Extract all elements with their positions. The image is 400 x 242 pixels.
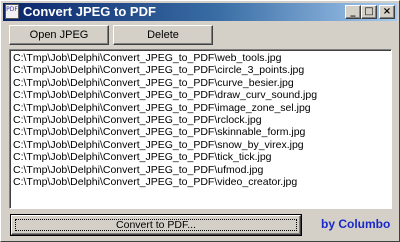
file-list-item[interactable]: C:\Tmp\Job\Delphi\Convert_JPEG_to_PDF\ti… (12, 151, 391, 163)
file-list-item[interactable]: C:\Tmp\Job\Delphi\Convert_JPEG_to_PDF\uf… (12, 164, 391, 176)
file-list-item[interactable]: C:\Tmp\Job\Delphi\Convert_JPEG_to_PDF\sk… (12, 126, 391, 138)
author-credit: by Columbo (321, 217, 391, 231)
window-title: Convert JPEG to PDF (23, 4, 156, 19)
close-button[interactable]: × (379, 5, 395, 19)
file-list-item[interactable]: C:\Tmp\Job\Delphi\Convert_JPEG_to_PDF\sn… (12, 139, 391, 151)
minimize-button[interactable]: _ (345, 5, 361, 19)
file-list-item[interactable]: C:\Tmp\Job\Delphi\Convert_JPEG_to_PDF\rc… (12, 114, 391, 126)
app-window: PDF Convert JPEG to PDF _ □ × Open JPEG … (0, 0, 400, 242)
file-list[interactable]: C:\Tmp\Job\Delphi\Convert_JPEG_to_PDF\we… (9, 49, 392, 209)
file-list-item[interactable]: C:\Tmp\Job\Delphi\Convert_JPEG_to_PDF\dr… (12, 89, 391, 101)
file-list-item[interactable]: C:\Tmp\Job\Delphi\Convert_JPEG_to_PDF\cu… (12, 77, 391, 89)
file-list-item[interactable]: C:\Tmp\Job\Delphi\Convert_JPEG_to_PDF\we… (12, 52, 391, 64)
maximize-button[interactable]: □ (361, 5, 377, 19)
title-bar[interactable]: PDF Convert JPEG to PDF _ □ × (3, 3, 397, 21)
file-list-item[interactable]: C:\Tmp\Job\Delphi\Convert_JPEG_to_PDF\ci… (12, 64, 391, 76)
delete-button[interactable]: Delete (113, 25, 213, 45)
convert-button-label: Convert to PDF... (116, 219, 196, 231)
pdf-app-icon[interactable]: PDF (5, 4, 19, 19)
file-list-item[interactable]: C:\Tmp\Job\Delphi\Convert_JPEG_to_PDF\vi… (12, 176, 391, 188)
file-list-item[interactable]: C:\Tmp\Job\Delphi\Convert_JPEG_to_PDF\im… (12, 102, 391, 114)
convert-to-pdf-button[interactable]: Convert to PDF... (10, 214, 302, 236)
open-jpeg-button[interactable]: Open JPEG (9, 25, 109, 45)
